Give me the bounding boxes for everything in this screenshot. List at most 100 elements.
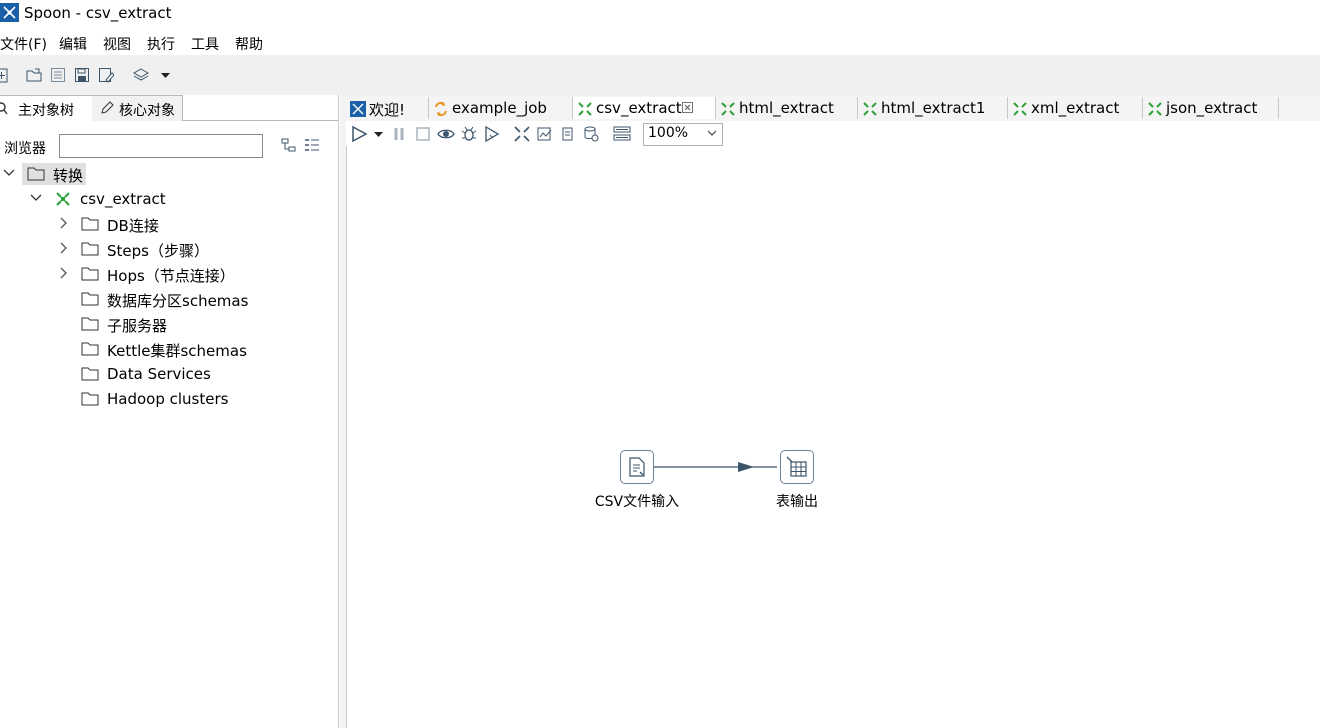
tree-item-label: Steps（步骤） [107, 242, 209, 260]
save-icon[interactable] [74, 67, 90, 83]
tab-label: html_extract [739, 99, 834, 117]
tree-item-hadoop-clusters[interactable]: Hadoop clusters [0, 388, 338, 410]
tab-example-job[interactable]: example_job [429, 97, 573, 119]
explore-repository-icon[interactable] [50, 67, 66, 83]
tree-item-label: 子服务器 [107, 317, 168, 335]
menu-help[interactable]: 帮助 [235, 34, 263, 54]
preview-eye-icon[interactable] [437, 125, 455, 143]
menu-tools[interactable]: 工具 [191, 34, 219, 54]
folder-icon [81, 291, 99, 306]
menu-run[interactable]: 执行 [147, 34, 175, 54]
tree-item-label: Kettle集群schemas [107, 342, 247, 360]
csv-file-icon [628, 457, 646, 477]
folder-icon [81, 316, 99, 331]
transformation-icon [577, 101, 593, 117]
folder-icon [81, 341, 99, 356]
pause-icon[interactable] [391, 125, 409, 143]
show-results-icon[interactable] [613, 125, 631, 143]
tab-csv-extract[interactable]: csv_extract [573, 97, 716, 119]
tree-item-cluster-schemas[interactable]: Kettle集群schemas [0, 338, 338, 360]
search-icon [0, 102, 8, 115]
chevron-right-icon[interactable] [57, 217, 69, 229]
replay-icon[interactable] [483, 125, 501, 143]
tree-item-partition-schemas[interactable]: 数据库分区schemas [0, 288, 338, 310]
folder-icon [81, 216, 99, 231]
tab-label: csv_extract [596, 99, 682, 117]
tree-item-label: DB连接 [107, 217, 159, 235]
folder-icon [81, 366, 99, 381]
chevron-down-icon [706, 127, 718, 139]
step-table-output[interactable] [780, 450, 814, 484]
chevron-down-icon[interactable] [30, 192, 42, 204]
expand-tree-icon[interactable] [281, 137, 297, 153]
tree-transform[interactable]: csv_extract [0, 188, 338, 210]
window-title: Spoon - csv_extract [24, 4, 172, 22]
tab-label: example_job [452, 99, 547, 117]
chevron-right-icon[interactable] [57, 267, 69, 279]
perspective-layers-icon[interactable] [133, 67, 149, 83]
tree-transform-label: csv_extract [80, 190, 166, 208]
verify-icon[interactable] [513, 125, 531, 143]
tree-item-hops[interactable]: Hops（节点连接） [0, 263, 338, 285]
collapse-tree-icon[interactable] [304, 137, 320, 153]
tab-label: 核心对象 [119, 103, 175, 119]
tab-welcome[interactable]: 欢迎! [346, 97, 429, 119]
tree-item-label: Hops（节点连接） [107, 267, 235, 285]
tab-label: 欢迎! [369, 101, 406, 119]
step-table-output-label: 表输出 [776, 494, 818, 510]
tabs-divider [182, 120, 338, 121]
transformation-icon [720, 101, 736, 117]
save-as-icon[interactable] [98, 67, 114, 83]
transformation-canvas[interactable]: CSV文件输入 表输出 [346, 146, 1320, 728]
tab-json-extract[interactable]: json_extract [1143, 97, 1279, 119]
folder-icon [81, 241, 99, 256]
chevron-down-icon[interactable] [3, 167, 15, 179]
menu-edit[interactable]: 编辑 [59, 34, 87, 54]
open-folder-icon[interactable] [26, 67, 42, 83]
tree-root[interactable]: 转换 [0, 163, 338, 185]
tree-root-label: 转换 [53, 167, 84, 185]
tab-html-extract1[interactable]: html_extract1 [858, 97, 1008, 119]
step-csv-input-label: CSV文件输入 [594, 494, 680, 510]
title-bar: Spoon - csv_extract [0, 0, 1320, 27]
tab-label: xml_extract [1031, 99, 1120, 117]
folder-icon [81, 391, 99, 406]
tree-item-slave-servers[interactable]: 子服务器 [0, 313, 338, 335]
tab-label: json_extract [1166, 99, 1258, 117]
browser-label: 浏览器 [4, 141, 46, 157]
stop-icon[interactable] [414, 125, 432, 143]
menu-view[interactable]: 视图 [103, 34, 131, 54]
step-csv-input[interactable] [620, 450, 654, 484]
transformation-icon [55, 191, 73, 206]
tab-html-extract[interactable]: html_extract [716, 97, 858, 119]
tab-main-object-tree[interactable]: 主对象树 [0, 95, 93, 121]
tab-core-objects[interactable]: 核心对象 [92, 95, 183, 121]
debug-bug-icon[interactable] [460, 125, 478, 143]
chevron-right-icon[interactable] [57, 242, 69, 254]
tab-label: 主对象树 [18, 103, 74, 119]
hop-arrow[interactable] [652, 459, 782, 475]
close-icon[interactable] [682, 102, 693, 113]
tab-xml-extract[interactable]: xml_extract [1008, 97, 1143, 119]
left-panel-tabs: 主对象树 核心对象 [0, 95, 338, 121]
spoon-app-icon [0, 3, 19, 22]
tree-item-label: Data Services [107, 365, 211, 383]
new-file-icon[interactable] [0, 67, 10, 83]
pencil-icon [100, 101, 114, 115]
tree-item-label: 数据库分区schemas [107, 292, 249, 310]
tree-item-steps[interactable]: Steps（步骤） [0, 238, 338, 260]
dropdown-arrow-icon[interactable] [158, 67, 174, 83]
sql-script-icon[interactable] [559, 125, 577, 143]
menu-bar: 文件(F) 编辑 视图 执行 工具 帮助 [0, 30, 1320, 54]
impact-analysis-icon[interactable] [536, 125, 554, 143]
run-icon[interactable] [350, 125, 368, 143]
explore-db-icon[interactable] [582, 125, 600, 143]
tree-item-db-connections[interactable]: DB连接 [0, 213, 338, 235]
menu-file[interactable]: 文件(F) [0, 34, 47, 54]
main-toolbar [0, 55, 1320, 95]
browser-search-input[interactable] [59, 134, 263, 158]
tree-item-data-services[interactable]: Data Services [0, 363, 338, 385]
editor-tab-bar: 欢迎! example_job csv_extract html_extract… [346, 95, 1320, 122]
run-options-dropdown-icon[interactable] [370, 125, 388, 143]
zoom-value: 100% [648, 125, 689, 141]
